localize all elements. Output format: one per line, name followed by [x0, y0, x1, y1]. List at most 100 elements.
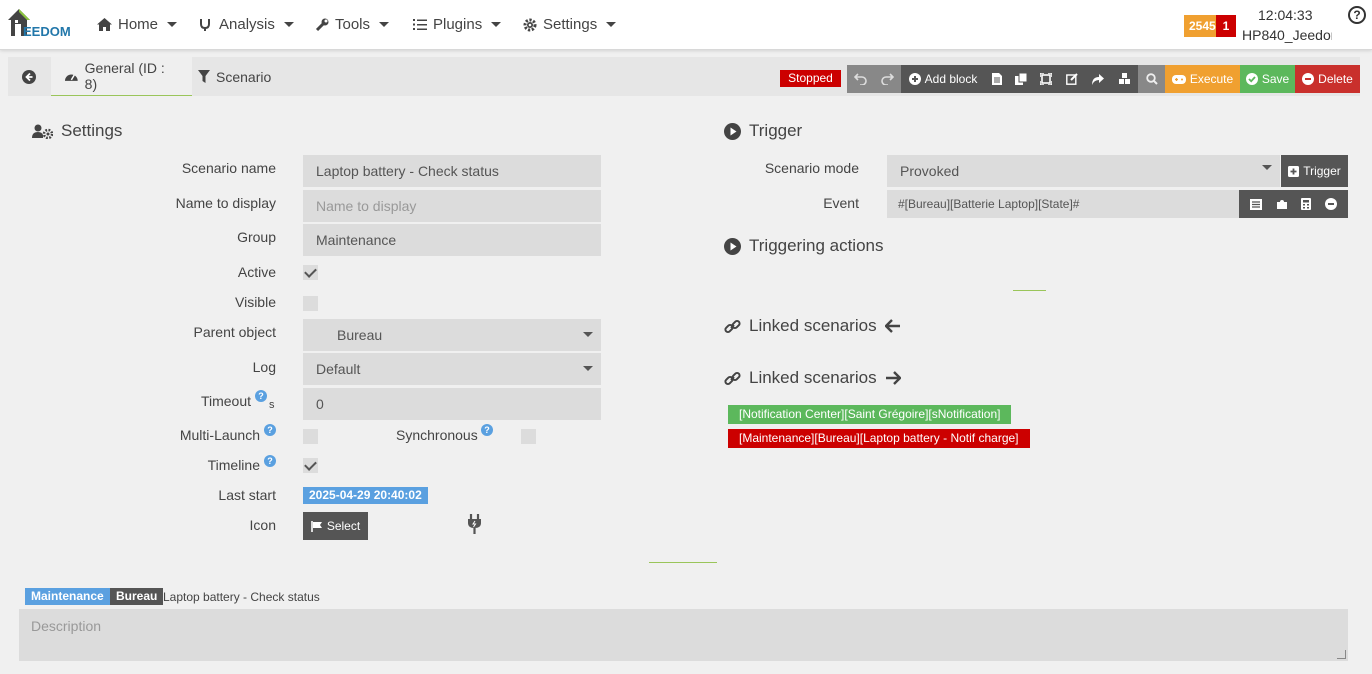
minus-circle-icon [1302, 73, 1315, 85]
linked-scenario-tag[interactable]: [Notification Center][Saint Grégoire][sN… [728, 405, 1012, 424]
nav-analysis[interactable]: Analysis [199, 16, 294, 33]
file-text-icon [992, 73, 1002, 85]
add-block-button[interactable]: Add block [901, 65, 985, 93]
calculator-button[interactable] [1301, 198, 1312, 210]
trigger-title: Trigger [724, 121, 802, 141]
add-trigger-button[interactable]: Trigger [1281, 155, 1348, 187]
icon-select-button[interactable]: Select [303, 512, 368, 540]
label-scenario-name: Scenario name [181, 160, 276, 176]
tasks-icon [413, 19, 427, 30]
timeline-checkbox[interactable] [303, 458, 318, 473]
label-log: Log [252, 359, 276, 375]
nav-tools[interactable]: Tools [315, 16, 390, 33]
save-label: Save [1261, 72, 1290, 86]
search-icon [1145, 73, 1158, 85]
visible-checkbox[interactable] [303, 296, 318, 311]
nav-plugins[interactable]: Plugins [413, 16, 502, 33]
scenario-mode-select[interactable]: Provoked [887, 155, 1280, 187]
plug-icon [466, 513, 483, 535]
arrow-circle-left-icon [22, 69, 36, 84]
search-button[interactable] [1138, 65, 1165, 93]
arrow-left-icon [884, 319, 900, 333]
edit-icon [1065, 73, 1078, 85]
resize-grip-icon[interactable] [1337, 650, 1346, 659]
alerts-badge[interactable]: 1 [1216, 15, 1236, 37]
copy-icon [1015, 73, 1027, 85]
chevron-down-icon [583, 332, 593, 337]
redo-button[interactable] [874, 65, 901, 93]
scenario-name-input[interactable]: Laptop battery - Check status [303, 155, 601, 187]
description-textarea[interactable]: Description [19, 609, 1348, 661]
timeout-help-icon[interactable]: ? [255, 390, 267, 402]
parent-object-select[interactable]: Bureau [303, 319, 601, 351]
execute-label: Execute [1189, 72, 1234, 86]
home-icon [97, 18, 112, 31]
list-button[interactable] [1249, 198, 1262, 210]
linked-scenarios-out-title: Linked scenarios [724, 368, 901, 388]
active-checkbox[interactable] [303, 265, 318, 280]
triggering-actions-text: Triggering actions [749, 236, 884, 255]
nav-settings-label: Settings [543, 16, 598, 33]
synchronous-help-icon[interactable]: ? [481, 424, 493, 436]
event-input[interactable]: #[Bureau][Batterie Laptop][State]# [887, 190, 1239, 218]
puzzle-piece-icon [1276, 200, 1287, 209]
label-name-to-display: Name to display [175, 195, 276, 211]
label-visible: Visible [235, 294, 276, 310]
log-select[interactable]: Default [303, 353, 601, 385]
multi-launch-help-icon[interactable]: ? [264, 424, 276, 436]
minus-circle-icon [1325, 198, 1338, 210]
name-to-display-input[interactable]: Name to display [303, 190, 601, 222]
duplicate-button[interactable] [1009, 65, 1033, 93]
object-tag: Bureau [110, 588, 164, 605]
cogs-icon [523, 18, 537, 31]
tachometer-icon [64, 74, 78, 81]
chevron-down-icon [1262, 165, 1272, 170]
linked-in-text: Linked scenarios [749, 316, 877, 335]
tab-scenario[interactable]: Scenario [192, 57, 278, 96]
templates-button[interactable] [1111, 65, 1138, 93]
event-actions [1239, 190, 1348, 218]
linked-scenario-tag[interactable]: [Maintenance][Bureau][Laptop battery - N… [728, 429, 1030, 448]
tab-scenario-label: Scenario [216, 68, 272, 85]
jeedom-logo[interactable]: EEDOM [6, 6, 78, 42]
group-input[interactable]: Maintenance [303, 224, 601, 256]
tab-general[interactable]: General (ID : 8) [51, 57, 192, 96]
object-button[interactable] [1276, 198, 1288, 210]
label-group: Group [237, 229, 276, 245]
nav-settings[interactable]: Settings [523, 16, 617, 33]
list-alt-icon [1249, 198, 1262, 210]
timeline-help-icon[interactable]: ? [264, 455, 276, 467]
back-button[interactable] [8, 57, 50, 96]
group-tag: Maintenance [25, 588, 110, 605]
flag-icon [311, 520, 322, 532]
export-button[interactable] [1085, 65, 1111, 93]
play-circle-icon [724, 122, 741, 140]
label-event: Event [823, 195, 859, 211]
tab-general-label: General (ID : 8) [84, 60, 165, 92]
timeout-input[interactable]: 0 [303, 388, 601, 420]
execute-button[interactable]: Execute [1165, 65, 1240, 93]
scenario-mode-value: Provoked [900, 163, 960, 179]
nav-home[interactable]: Home [97, 16, 178, 33]
settings-title-text: Settings [61, 121, 123, 140]
timeout-unit: s [269, 399, 275, 411]
help-icon[interactable]: ? [1348, 6, 1366, 24]
delete-button[interactable]: Delete [1295, 65, 1360, 93]
save-button[interactable]: Save [1240, 65, 1295, 93]
nav-home-label: Home [118, 16, 159, 33]
remove-event-button[interactable] [1325, 198, 1338, 210]
last-start-badge: 2025-04-29 20:40:02 [303, 487, 428, 504]
multi-launch-checkbox[interactable] [303, 429, 318, 444]
log-button[interactable] [985, 65, 1009, 93]
undo-icon [854, 73, 867, 85]
triggering-actions-title: Triggering actions [724, 236, 884, 256]
chevron-down-icon [167, 22, 178, 27]
fullscreen-button[interactable] [1033, 65, 1058, 93]
edit-button[interactable] [1058, 65, 1085, 93]
description-placeholder: Description [31, 618, 102, 634]
messages-badge[interactable]: 2545 [1184, 15, 1218, 37]
section-divider [649, 562, 717, 563]
synchronous-checkbox[interactable] [521, 429, 536, 444]
undo-button[interactable] [847, 65, 874, 93]
wrench-icon [315, 18, 329, 31]
